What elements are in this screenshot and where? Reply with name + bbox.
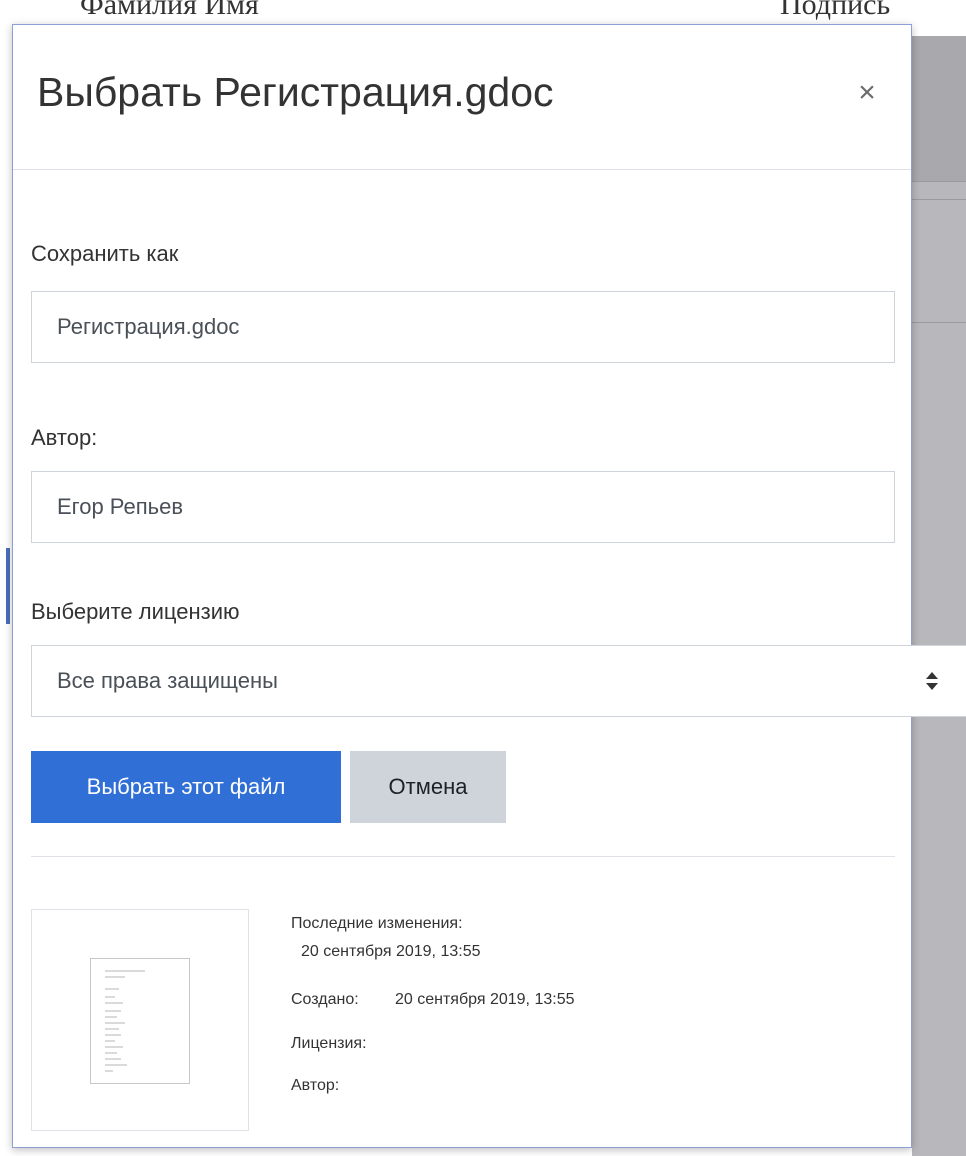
background-overlay-strip <box>912 36 966 1156</box>
background-header-name: Фамилия Имя <box>80 0 259 21</box>
background-divider <box>912 199 966 200</box>
sort-arrows-icon <box>926 672 938 690</box>
author-label: Автор: <box>31 425 98 450</box>
created-label: Создано: <box>291 991 359 1008</box>
dialog-header: Выбрать Регистрация.gdoc × <box>13 25 911 170</box>
document-lines-graphic <box>105 970 145 1072</box>
save-as-input[interactable]: Регистрация.gdoc <box>31 291 895 363</box>
background-header-signature: Подпись <box>780 0 891 21</box>
license-label: Выберите лицензию <box>31 599 240 624</box>
author-input[interactable]: Егор Репьев <box>31 471 895 543</box>
modified-label: Последние изменения: <box>291 915 463 932</box>
license-info-label: Лицензия: <box>291 1035 367 1052</box>
background-left-accent <box>6 548 10 624</box>
license-select-value: Все права защищены <box>57 668 278 693</box>
save-as-label: Сохранить как <box>31 241 179 266</box>
select-file-button[interactable]: Выбрать этот файл <box>31 751 341 823</box>
created-value: 20 сентября 2019, 13:55 <box>395 991 575 1008</box>
background-band <box>912 36 966 182</box>
cancel-button[interactable]: Отмена <box>350 751 506 823</box>
file-select-dialog: Выбрать Регистрация.gdoc × Сохранить как… <box>12 24 966 1148</box>
modified-value: 20 сентября 2019, 13:55 <box>301 943 481 960</box>
section-divider <box>31 856 895 857</box>
license-select[interactable]: Все права защищены <box>31 645 966 717</box>
close-icon[interactable]: × <box>847 73 887 113</box>
background-divider <box>912 322 966 323</box>
author-info-label: Автор: <box>291 1077 340 1094</box>
file-thumbnail <box>31 909 249 1131</box>
dialog-title: Выбрать Регистрация.gdoc <box>37 69 554 115</box>
document-thumbnail-icon <box>90 958 190 1084</box>
